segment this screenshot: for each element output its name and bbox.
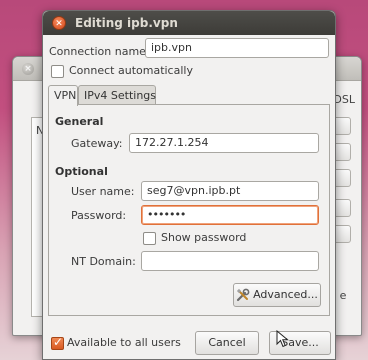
connect-automatically-checkbox[interactable] xyxy=(51,65,64,78)
nt-domain-label: NT Domain: xyxy=(71,255,136,268)
password-label: Password: xyxy=(71,209,127,222)
gateway-input[interactable]: 172.27.1.254 xyxy=(129,133,319,153)
vpn-tab-panel: General Gateway: 172.27.1.254 Optional U… xyxy=(48,104,330,316)
tab-ipv4-settings[interactable]: IPv4 Settings xyxy=(78,85,156,105)
connect-automatically-label[interactable]: Connect automatically xyxy=(69,64,193,77)
dialog-titlebar: ✕ Editing ipb.vpn xyxy=(43,11,335,35)
username-input[interactable]: seg7@vpn.ipb.pt xyxy=(141,181,319,201)
available-all-users-label[interactable]: Available to all users xyxy=(67,336,181,349)
available-all-users-checkbox[interactable] xyxy=(51,335,64,350)
advanced-button-label: Advanced... xyxy=(253,288,318,301)
tab-vpn[interactable]: VPN xyxy=(48,85,78,106)
gateway-label: Gateway: xyxy=(71,137,123,150)
general-heading: General xyxy=(55,115,104,128)
background-close-icon[interactable]: × xyxy=(22,63,34,75)
username-label: User name: xyxy=(71,185,135,198)
optional-heading: Optional xyxy=(55,165,108,178)
nt-domain-input[interactable] xyxy=(141,251,319,271)
password-input[interactable]: ••••••• xyxy=(141,205,319,225)
dialog-title: Editing ipb.vpn xyxy=(75,16,178,30)
show-password-label[interactable]: Show password xyxy=(161,231,246,244)
advanced-button[interactable]: Advanced... xyxy=(233,283,321,307)
mouse-pointer-icon xyxy=(276,330,289,348)
close-icon[interactable]: ✕ xyxy=(52,16,66,30)
cancel-button[interactable]: Cancel xyxy=(195,331,259,355)
edit-vpn-dialog: ✕ Editing ipb.vpn Connection name: ipb.v… xyxy=(42,10,336,360)
background-tab-dsl[interactable]: DSL xyxy=(333,93,355,106)
show-password-checkbox[interactable] xyxy=(143,232,156,245)
tools-icon xyxy=(236,288,250,302)
connection-name-input[interactable]: ipb.vpn xyxy=(145,38,329,58)
background-close-button-partial[interactable]: e xyxy=(333,289,353,302)
